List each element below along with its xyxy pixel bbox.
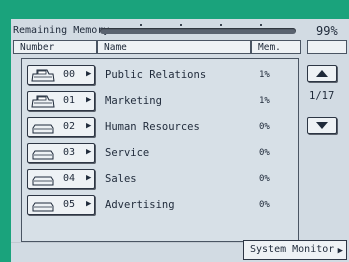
box-number: 04	[63, 173, 76, 184]
box-mem: 1%	[259, 70, 270, 80]
box-number-button[interactable]: 05 ▶	[27, 195, 95, 215]
box-name: Advertising	[105, 199, 175, 211]
system-monitor-label: System Monitor	[250, 244, 335, 255]
page-indicator: 1/17	[309, 90, 335, 102]
printer-icon	[32, 124, 54, 134]
box-name: Human Resources	[105, 121, 200, 133]
box-name: Public Relations	[105, 69, 207, 81]
box-mem: 0%	[259, 122, 270, 132]
touch-panel-screen: Remaining Memory: 99% Number Name Mem. 0…	[11, 19, 349, 262]
box-name: Marketing	[105, 95, 162, 107]
box-number-button[interactable]: 02 ▶	[27, 117, 95, 137]
box-mem: 0%	[259, 174, 270, 184]
box-mem: 0%	[259, 200, 270, 210]
triangle-up-icon	[316, 70, 328, 77]
box-name: Sales	[105, 173, 137, 185]
box-number-button[interactable]: 03 ▶	[27, 143, 95, 163]
memory-gauge	[100, 24, 296, 34]
triangle-right-icon: ▶	[86, 121, 92, 131]
triangle-down-icon	[316, 122, 328, 129]
divider	[11, 242, 243, 243]
triangle-right-icon: ▶	[86, 199, 92, 209]
list-item[interactable]: 03 ▶ Service 0%	[27, 143, 295, 165]
box-number: 00	[63, 69, 76, 80]
box-mem: 1%	[259, 96, 270, 106]
triangle-right-icon: ▶	[86, 147, 92, 157]
printer-icon	[32, 202, 54, 212]
box-number: 01	[63, 95, 76, 106]
system-monitor-button[interactable]: System Monitor ▶	[243, 240, 347, 260]
remaining-memory-percent: 99%	[316, 24, 338, 38]
triangle-right-icon: ▶	[337, 246, 343, 256]
box-number-button[interactable]: 01 ▶	[27, 91, 95, 111]
list-item[interactable]: 04 ▶ Sales 0%	[27, 169, 295, 191]
list-item[interactable]: 02 ▶ Human Resources 0%	[27, 117, 295, 139]
column-header-name: Name	[97, 40, 251, 54]
column-header-number: Number	[13, 40, 97, 54]
list-item[interactable]: 05 ▶ Advertising 0%	[27, 195, 295, 217]
scroll-down-button[interactable]	[307, 117, 337, 134]
box-number-button[interactable]: 04 ▶	[27, 169, 95, 189]
box-number-button[interactable]: 00 ▶	[27, 65, 95, 85]
printer-icon	[31, 95, 55, 108]
box-list: 00 ▶ Public Relations 1% 01 ▶ Marketing …	[21, 58, 299, 242]
scroll-up-button[interactable]	[307, 65, 337, 82]
printer-icon	[31, 69, 55, 82]
box-number: 05	[63, 199, 76, 210]
list-item[interactable]: 01 ▶ Marketing 1%	[27, 91, 295, 113]
header-spacer	[307, 40, 347, 54]
column-header-mem: Mem.	[251, 40, 301, 54]
box-number: 03	[63, 147, 76, 158]
triangle-right-icon: ▶	[86, 173, 92, 183]
list-item[interactable]: 00 ▶ Public Relations 1%	[27, 65, 295, 87]
triangle-right-icon: ▶	[86, 69, 92, 79]
printer-icon	[32, 150, 54, 160]
printer-icon	[32, 176, 54, 186]
box-mem: 0%	[259, 148, 270, 158]
triangle-right-icon: ▶	[86, 95, 92, 105]
box-name: Service	[105, 147, 150, 159]
box-number: 02	[63, 121, 76, 132]
